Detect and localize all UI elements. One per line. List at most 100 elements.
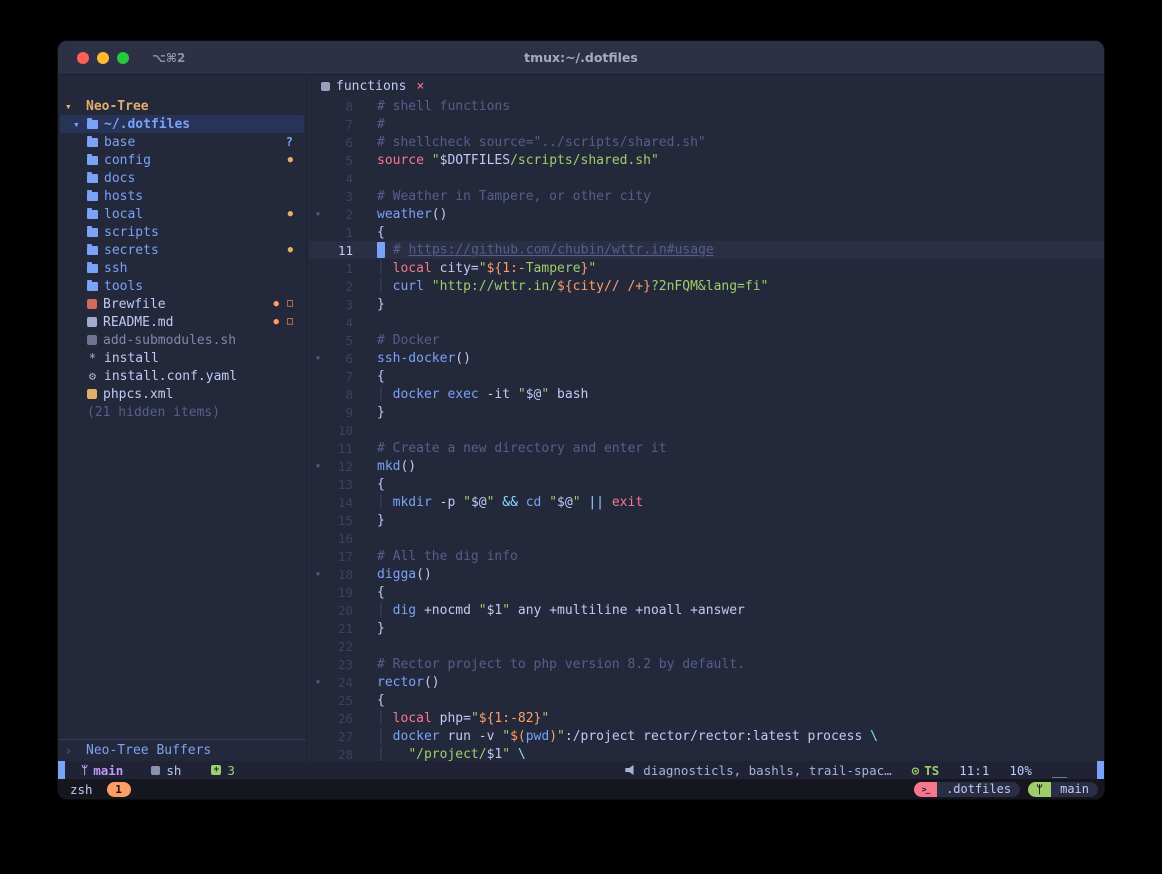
tree-item-install.conf.yaml[interactable]: ⚙install.conf.yaml [58,367,306,385]
tree-item-install[interactable]: *install [58,349,306,367]
code-line-3[interactable]: 6# shellcheck source="../scripts/shared.… [309,133,1104,151]
code-text: digga() [377,567,432,582]
tree-item-add-submodules.sh[interactable]: add-submodules.sh [58,331,306,349]
close-buffer-icon[interactable]: × [416,79,424,94]
code-line-37[interactable]: 28│ "/project/$1" \ [309,745,1104,761]
tree-item-README.md[interactable]: README.md●□ [58,313,306,331]
git-status-badges: ●□ [274,299,306,309]
code-line-27[interactable]: ▾18digga() [309,565,1104,583]
tree-item-ssh[interactable]: ssh [58,259,306,277]
line-number: 10 [325,423,353,438]
code-text: # shellcheck source="../scripts/shared.s… [377,135,706,150]
line-number: 27 [325,729,353,744]
folder-icon [87,174,98,183]
minimize-window-button[interactable] [97,52,109,64]
code-line-33[interactable]: ▾24rector() [309,673,1104,691]
code-text: } [377,297,385,312]
tmux-window-index-pill[interactable]: 1 [107,782,131,797]
code-line-7[interactable]: ▾2weather() [309,205,1104,223]
git-status-badges: ? [286,136,306,148]
chevron-down-icon: ▾ [73,118,83,131]
code-line-13[interactable]: 4 [309,313,1104,331]
line-number: 23 [325,657,353,672]
terminal-icon: >_ [914,782,937,797]
tree-item-secrets[interactable]: secrets● [58,241,306,259]
tree-root-dotfiles[interactable]: ▾ ~/.dotfiles [60,115,304,133]
code-line-2[interactable]: 7# [309,115,1104,133]
cursor-position: 11:1 [959,763,989,778]
code-text: │ "/project/$1" \ [377,747,526,762]
code-line-14[interactable]: 5# Docker [309,331,1104,349]
statusline-extra: __ [1052,763,1067,778]
line-number: 2 [325,279,353,294]
code-line-6[interactable]: 3# Weather in Tampere, or other city [309,187,1104,205]
code-line-30[interactable]: 21} [309,619,1104,637]
fold-icon: ▾ [309,353,325,364]
markdown-icon [87,317,97,327]
lsp-clients-label: diagnosticls, bashls, trail-spac… [643,763,891,778]
code-line-11[interactable]: 2│ curl "http://wttr.in/${city// /+}?2nF… [309,277,1104,295]
code-line-10[interactable]: 1│ local city="${1:-Tampere}" [309,259,1104,277]
tree-item-base[interactable]: base? [58,133,306,151]
code-line-12[interactable]: 3} [309,295,1104,313]
indent-guide: │ [377,261,393,276]
git-branch-icon: ᛘ [1028,782,1051,797]
fold-icon: ▾ [309,209,325,220]
neo-tree-buffers-section[interactable]: › Neo-Tree Buffers [58,739,306,761]
hidden-items-note: (21 hidden items) [58,403,306,421]
code-line-18[interactable]: 9} [309,403,1104,421]
code-line-36[interactable]: 27 │ docker run -v "$(pwd)":/project rect… [309,727,1104,745]
git-untracked-badge: ? [286,136,293,148]
line-number: 17 [325,549,353,564]
code-line-25[interactable]: 16 [309,529,1104,547]
tmux-branch-segment: ᛘ main [1028,782,1098,797]
code-line-28[interactable]: 19{ [309,583,1104,601]
tree-item-local[interactable]: local● [58,205,306,223]
tree-item-docs[interactable]: docs [58,169,306,187]
code-line-21[interactable]: ▾12mkd() [309,457,1104,475]
tree-item-scripts[interactable]: scripts [58,223,306,241]
close-window-button[interactable] [77,52,89,64]
code-line-16[interactable]: 7{ [309,367,1104,385]
code-line-15[interactable]: ▾6ssh-docker() [309,349,1104,367]
code-line-8[interactable]: 1{ [309,223,1104,241]
code-line-4[interactable]: 5source "$DOTFILES/scripts/shared.sh" [309,151,1104,169]
line-number: 21 [325,621,353,636]
filetype-label: sh [166,763,181,778]
git-status-badges: ● [288,156,306,165]
code-line-31[interactable]: 22 [309,637,1104,655]
code-line-35[interactable]: 26│ local php="${1:-82}" [309,709,1104,727]
code-text: │ docker run -v "$(pwd)":/project rector… [377,729,878,744]
buffer-tab[interactable]: functions × [307,75,1104,97]
code-text: │ local city="${1:-Tampere}" [377,261,596,276]
tree-item-hosts[interactable]: hosts [58,187,306,205]
code-line-1[interactable]: 8# shell functions [309,97,1104,115]
tree-item-label: ssh [104,261,127,276]
code-line-22[interactable]: 13{ [309,475,1104,493]
git-modified-badge: ● [288,246,293,255]
line-number: 11 [325,441,353,456]
code-line-32[interactable]: 23# Rector project to php version 8.2 by… [309,655,1104,673]
code-line-17[interactable]: 8│ docker exec -it "$@" bash [309,385,1104,403]
code-line-24[interactable]: 15} [309,511,1104,529]
git-modified-badge: ● [274,318,279,327]
code-line-34[interactable]: 25{ [309,691,1104,709]
code-line-19[interactable]: 10 [309,421,1104,439]
window-titlebar[interactable]: ⌥⌘2 tmux:~/.dotfiles [58,41,1104,75]
tree-item-config[interactable]: config● [58,151,306,169]
tree-item-Brewfile[interactable]: Brewfile●□ [58,295,306,313]
line-number: 16 [325,531,353,546]
code-line-23[interactable]: 14│ mkdir -p "$@" && cd "$@" || exit [309,493,1104,511]
tree-item-tools[interactable]: tools [58,277,306,295]
code-line-5[interactable]: 4 [309,169,1104,187]
zoom-window-button[interactable] [117,52,129,64]
code-line-9[interactable]: 11 # https://github.com/chubin/wttr.in#u… [309,241,1104,259]
code-line-20[interactable]: 11# Create a new directory and enter it [309,439,1104,457]
mode-indicator-left [58,761,65,779]
tree-item-phpcs.xml[interactable]: phpcs.xml [58,385,306,403]
line-number: 18 [325,567,353,582]
lsp-clients-segment: diagnosticls, bashls, trail-spac… [625,763,891,778]
code-line-26[interactable]: 17# All the dig info [309,547,1104,565]
tree-item-label: README.md [103,315,173,330]
code-line-29[interactable]: 20│ dig +nocmd "$1" any +multiline +noal… [309,601,1104,619]
